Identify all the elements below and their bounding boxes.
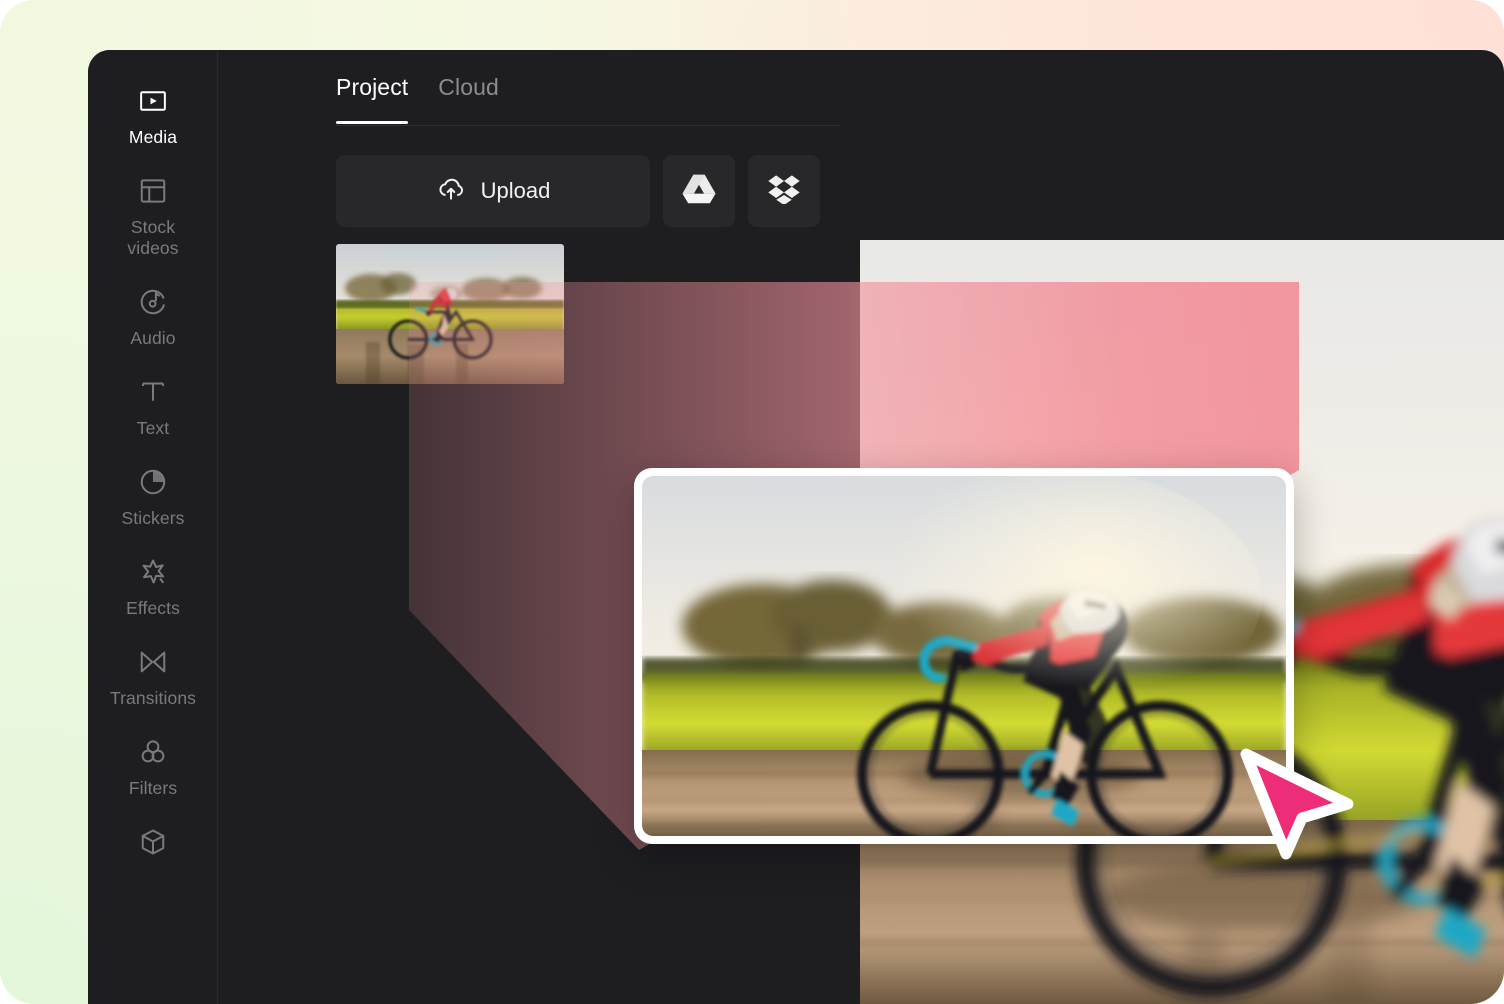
cloud-upload-icon	[436, 173, 466, 209]
sidebar-item-label: Stock videos	[127, 217, 179, 258]
sidebar-item-label: Audio	[130, 328, 176, 348]
panel-tabs: Project Cloud	[336, 74, 841, 126]
sidebar-item-label: Effects	[126, 598, 180, 618]
text-t-icon	[136, 375, 170, 409]
sidebar-item-label: Media	[128, 127, 178, 147]
dropbox-button[interactable]	[748, 155, 820, 227]
cube-3d-icon	[136, 825, 170, 859]
three-circles-icon	[136, 735, 170, 769]
upload-button-label: Upload	[480, 178, 551, 203]
sidebar-item-label: Stickers	[121, 508, 185, 528]
google-drive-button[interactable]	[663, 155, 735, 227]
media-thumbnail-cyclist[interactable]	[336, 244, 564, 384]
sidebar-item-text[interactable]: Text	[88, 375, 218, 439]
sidebar-item-label: Text	[136, 418, 170, 438]
sidebar-item-transitions[interactable]: Transitions	[88, 645, 218, 709]
google-drive-icon	[682, 174, 716, 209]
music-note-circle-icon	[136, 285, 170, 319]
sidebar-item-stickers[interactable]: Stickers	[88, 465, 218, 529]
sidebar-item-label: Transitions	[109, 688, 197, 708]
dropbox-icon	[767, 174, 801, 209]
tab-cloud[interactable]: Cloud	[438, 74, 499, 123]
sidebar-item-label: Filters	[128, 778, 178, 798]
sidebar-item-filters[interactable]: Filters	[88, 735, 218, 799]
sidebar-item-stock-videos[interactable]: Stock videos	[88, 174, 218, 259]
upload-toolbar: Upload	[336, 155, 820, 227]
dragged-clip-thumbnail	[642, 476, 1286, 836]
bowtie-transition-icon	[136, 645, 170, 679]
sidebar-item-audio[interactable]: Audio	[88, 285, 218, 349]
sidebar-item-effects[interactable]: Effects	[88, 555, 218, 619]
dragged-clip-card[interactable]	[634, 468, 1294, 844]
sparkle-star-icon	[136, 555, 170, 589]
media-play-rect-icon	[136, 84, 170, 118]
sidebar-item-elements[interactable]	[88, 825, 218, 868]
cyclist-thumbnail-image	[336, 244, 564, 384]
sidebar-item-media[interactable]: Media	[88, 84, 218, 148]
layout-grid-icon	[136, 174, 170, 208]
tab-project[interactable]: Project	[336, 74, 409, 124]
sticker-circle-icon	[136, 465, 170, 499]
page-backdrop: Media Stock videos Audio Text Stickers E…	[0, 0, 1504, 1004]
upload-button[interactable]: Upload	[336, 155, 650, 227]
sidebar-rail: Media Stock videos Audio Text Stickers E…	[88, 50, 218, 1004]
video-editor-window: Media Stock videos Audio Text Stickers E…	[88, 50, 1504, 1004]
